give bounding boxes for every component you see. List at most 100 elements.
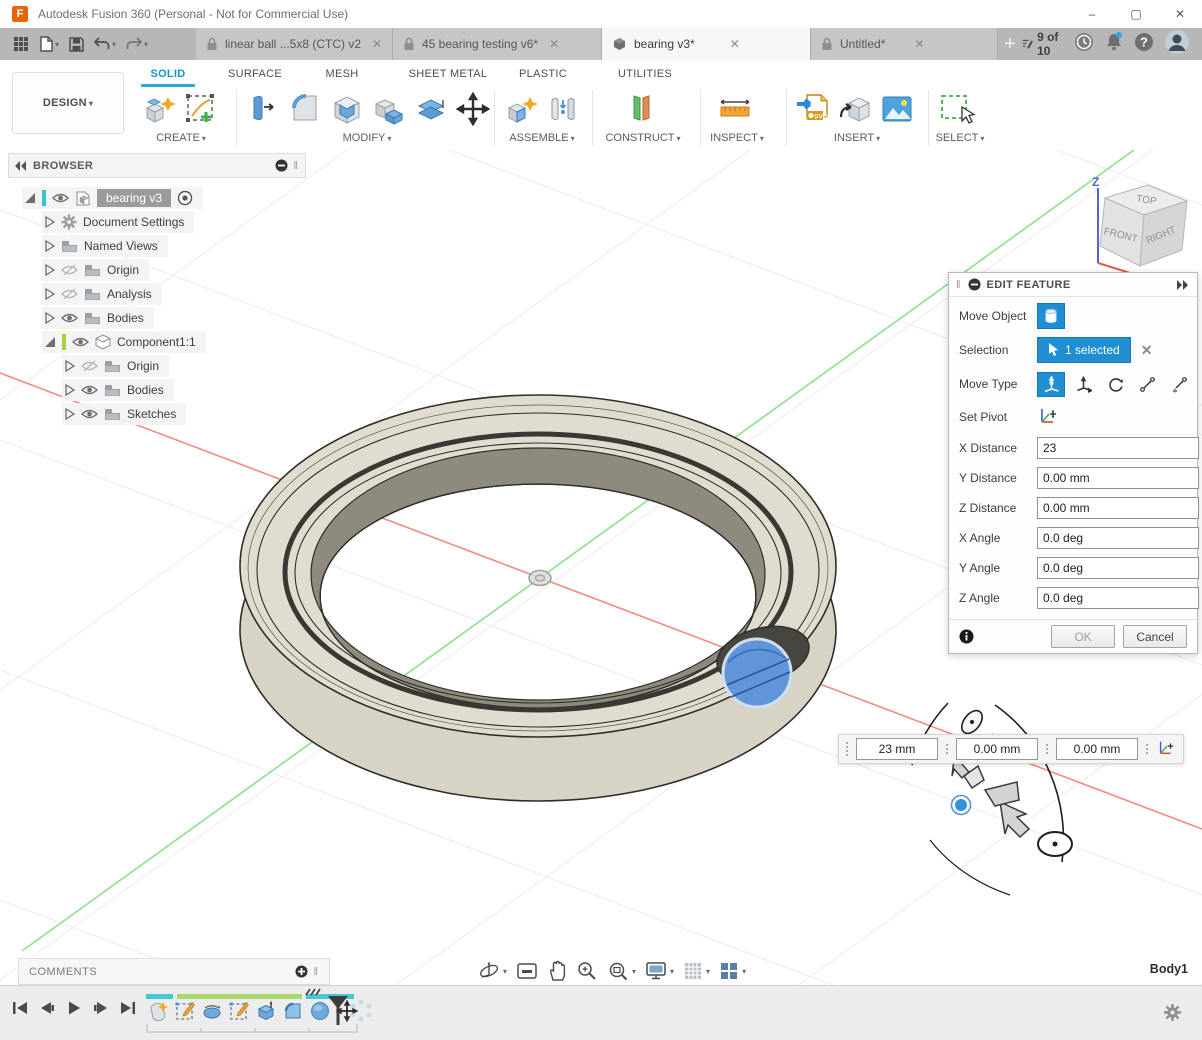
minimize-button[interactable]: – [1070,1,1114,28]
feature-sketch-2[interactable] [227,999,251,1023]
document-tab[interactable]: Untitled* ✕ [811,28,998,60]
comments-bar[interactable]: COMMENTS ‖ [18,958,330,985]
app-grid-icon[interactable] [10,32,32,56]
origin-marker[interactable] [529,571,551,586]
move-type-translate-button[interactable] [1069,372,1097,397]
3d-viewport[interactable]: Z X TOP FRONT RIGHT BROWSER ‖ [0,150,1202,985]
undo-caret[interactable]: ▾ [112,40,116,49]
insert-derive-button[interactable] [836,90,874,128]
expanded-arrow-icon[interactable] [44,336,56,348]
tree-item-label[interactable]: Sketches [127,407,176,421]
tree-row-component-sketches[interactable]: Sketches [8,402,306,426]
feature-revolve[interactable] [200,999,224,1023]
z-distance-input[interactable] [1037,497,1199,519]
add-comment-icon[interactable] [295,965,308,978]
mini-separator-dots[interactable] [1146,744,1148,754]
tree-row-component[interactable]: Component1:1 [8,330,306,354]
tree-row-component-bodies[interactable]: Bodies [8,378,306,402]
tab-mesh[interactable]: MESH [318,64,366,84]
tree-item-label[interactable]: Analysis [107,287,152,301]
notifications-bell-icon[interactable] [1104,31,1124,58]
eye-off-icon[interactable] [81,360,98,373]
collapsed-arrow-icon[interactable] [64,360,75,372]
new-component-button[interactable] [502,90,540,128]
save-button[interactable] [66,32,87,56]
insert-svg-button[interactable]: SVG [794,90,832,128]
tree-item-label[interactable]: Document Settings [83,215,184,229]
joint-button[interactable] [544,90,582,128]
selected-ball[interactable] [723,639,791,707]
display-settings-button[interactable]: ▾ [645,961,674,981]
mini-separator-dots[interactable] [1046,744,1048,754]
tree-item-label[interactable]: Origin [107,263,139,277]
eye-icon[interactable] [81,408,98,420]
set-pivot-button[interactable] [1037,405,1059,430]
play-button[interactable] [66,1000,82,1016]
select-button[interactable] [938,90,976,128]
redo-button[interactable]: ▾ [123,32,151,56]
tree-row-named-views[interactable]: Named Views [8,234,306,258]
move-type-free-button[interactable] [1037,372,1065,397]
fit-caret[interactable]: ▾ [632,967,636,976]
selection-button[interactable]: 1 selected [1037,337,1131,363]
move-type-rotate-button[interactable] [1101,372,1129,397]
y-distance-mini-input[interactable] [956,738,1038,760]
tree-item-label[interactable]: Named Views [84,239,158,253]
insert-canvas-button[interactable] [878,90,916,128]
set-pivot-mini-button[interactable] [1156,738,1176,761]
collapsed-arrow-icon[interactable] [44,240,55,252]
x-distance-input[interactable] [1037,437,1199,459]
clear-selection-icon[interactable]: ✕ [1141,342,1153,359]
close-button[interactable]: ✕ [1158,1,1202,28]
collapsed-arrow-icon[interactable] [44,288,55,300]
orbit-button[interactable]: ▾ [478,960,507,982]
press-pull-button[interactable] [244,90,282,128]
fit-view-button[interactable]: ▾ [607,960,636,982]
feature-new-component[interactable] [146,999,170,1023]
tree-row-component-origin[interactable]: Origin [8,354,306,378]
collapsed-arrow-icon[interactable] [64,384,75,396]
collapsed-arrow-icon[interactable] [44,312,55,324]
new-tab-button[interactable]: + [998,28,1022,60]
shell-button[interactable] [328,90,366,128]
eye-icon[interactable] [81,384,98,396]
eye-icon[interactable] [72,336,89,348]
dialog-header[interactable]: ‖ EDIT FEATURE [949,273,1197,297]
tab-surface[interactable]: SURFACE [220,64,290,84]
construct-plane-button[interactable] [622,90,660,128]
grid-caret[interactable]: ▾ [706,967,710,976]
viewports-caret[interactable]: ▾ [742,967,746,976]
tree-item-label[interactable]: Origin [127,359,159,373]
tree-item-label[interactable]: Bodies [107,311,144,325]
toolbar-drag-handle[interactable] [846,742,848,756]
pan-button[interactable] [547,960,567,982]
move-copy-button[interactable] [454,90,492,128]
measure-button[interactable] [716,90,754,128]
hide-panel-icon[interactable] [275,159,288,172]
comments-drag-handle[interactable]: ‖ [313,966,319,978]
y-distance-input[interactable] [1037,467,1199,489]
tab-close-icon[interactable]: ✕ [914,37,924,51]
activate-radio-icon[interactable] [177,190,193,206]
browser-header[interactable]: BROWSER ‖ [8,153,306,178]
group-select[interactable]: SELECT▾ [922,130,998,146]
feature-suppressed-pattern[interactable] [348,998,374,1024]
tab-utilities[interactable]: UTILITIES [610,64,680,84]
viewports-button[interactable]: ▾ [719,961,746,981]
ok-button[interactable]: OK [1051,625,1115,648]
step-forward-button[interactable] [93,1000,109,1016]
redo-caret[interactable]: ▾ [144,40,148,49]
tab-close-icon[interactable]: ✕ [372,37,382,51]
group-inspect[interactable]: INSPECT▾ [692,130,782,146]
move-manipulator[interactable] [912,703,1072,895]
zoom-button[interactable] [576,960,598,982]
tree-row-origin[interactable]: Origin [8,258,306,282]
tree-row-bodies[interactable]: Bodies [8,306,306,330]
timeline-playhead[interactable] [326,995,350,1027]
job-status-icon[interactable] [1073,31,1095,58]
bearing-ring-body[interactable] [240,395,836,801]
tree-row-root[interactable]: bearing v3 [8,186,306,210]
grid-snap-button[interactable]: ▾ [683,961,710,981]
fillet-button[interactable] [286,90,324,128]
panel-drag-handle[interactable]: ‖ [293,160,299,172]
